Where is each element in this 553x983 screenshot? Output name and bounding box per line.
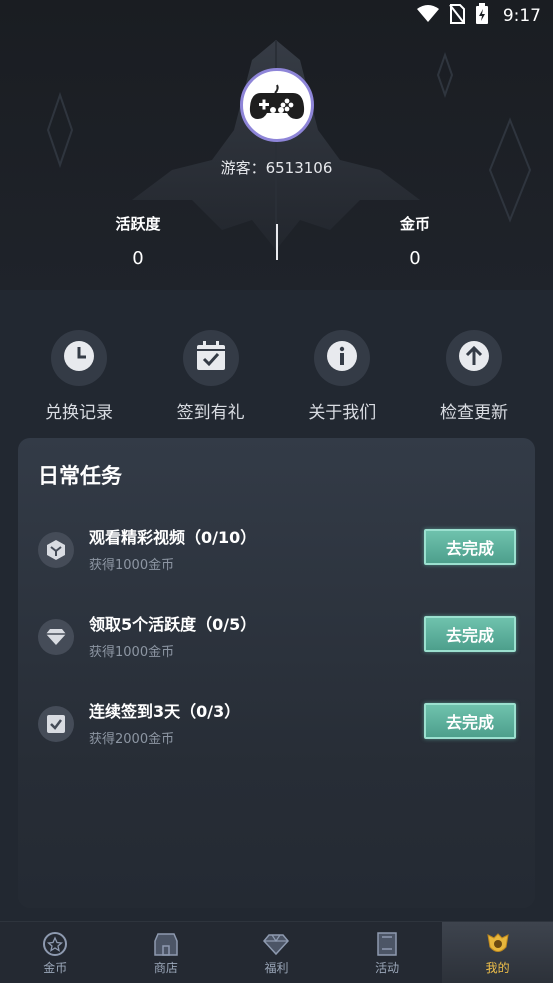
about-us-button[interactable]: 关于我们 [287,330,397,425]
nav-label: 我的 [485,961,510,975]
check-update-label: 检查更新 [439,403,508,423]
task-title: 连续签到3天（0/3） [89,702,241,721]
wifi-icon [416,5,439,27]
nav-item-shop[interactable]: 商店 [111,922,222,983]
clock-icon [62,339,96,377]
cube-icon [38,532,74,568]
gamepad-icon [249,83,305,127]
bottom-nav: 金币 商店 福利 活动 我的 [0,921,553,983]
nav-label: 商店 [153,961,178,975]
diamond-icon [38,619,74,655]
task-reward: 获得2000金币 [89,732,175,747]
gem-icon [263,932,290,956]
checkbox-icon [38,706,74,742]
activity-value: 0 [132,248,144,269]
nav-label: 福利 [264,961,289,975]
check-in-reward-label: 签到有礼 [176,403,245,423]
status-bar: 9:17 [0,0,553,32]
avatar[interactable] [240,68,314,142]
complete-task-button[interactable]: 去完成 [424,616,516,652]
stat-divider [276,224,278,260]
check-in-reward-button[interactable]: 签到有礼 [156,330,266,425]
battery-charging-icon [475,3,489,29]
nav-item-mine[interactable]: 我的 [442,922,553,983]
daily-tasks-title: 日常任务 [38,464,122,488]
no-sim-icon [449,4,465,28]
nav-label: 金币 [43,961,68,975]
activity-label: 活跃度 [115,215,161,233]
complete-task-button[interactable]: 去完成 [424,703,516,739]
task-item: 连续签到3天（0/3） 获得2000金币 去完成 [18,698,535,758]
quick-actions: 兑换记录 签到有礼 关于我们 检查更新 [24,330,529,425]
about-us-label: 关于我们 [308,403,377,423]
activity-stat: 活跃度 0 [78,213,198,269]
task-item: 观看精彩视频（0/10） 获得1000金币 去完成 [18,524,535,584]
upload-arrow-icon [457,339,491,377]
bookmark-icon [374,932,400,956]
shop-icon [153,932,179,956]
task-reward: 获得1000金币 [89,645,175,660]
coin-icon [42,932,68,956]
info-icon [325,339,359,377]
complete-task-button[interactable]: 去完成 [424,529,516,565]
calendar-check-icon [195,340,227,376]
task-reward: 获得1000金币 [89,558,175,573]
exchange-history-button[interactable]: 兑换记录 [24,330,134,425]
exchange-history-label: 兑换记录 [45,403,113,423]
task-item: 领取5个活跃度（0/5） 获得1000金币 去完成 [18,611,535,671]
status-time: 9:17 [502,6,541,26]
check-update-button[interactable]: 检查更新 [419,330,529,425]
profile-badge-icon [485,932,511,956]
coins-label: 金币 [399,215,430,233]
coins-stat: 金币 0 [355,213,475,269]
nav-item-activity[interactable]: 活动 [332,922,443,983]
nav-item-coins[interactable]: 金币 [0,922,111,983]
nav-label: 活动 [375,961,400,975]
coins-value: 0 [409,248,421,269]
daily-tasks-card: 日常任务 观看精彩视频（0/10） 获得1000金币 去完成 领取5个活跃度（0… [18,438,535,908]
username: 游客：6513106 [220,159,333,177]
nav-item-welfare[interactable]: 福利 [221,922,332,983]
task-title: 观看精彩视频（0/10） [89,528,257,547]
task-title: 领取5个活跃度（0/5） [89,615,257,634]
